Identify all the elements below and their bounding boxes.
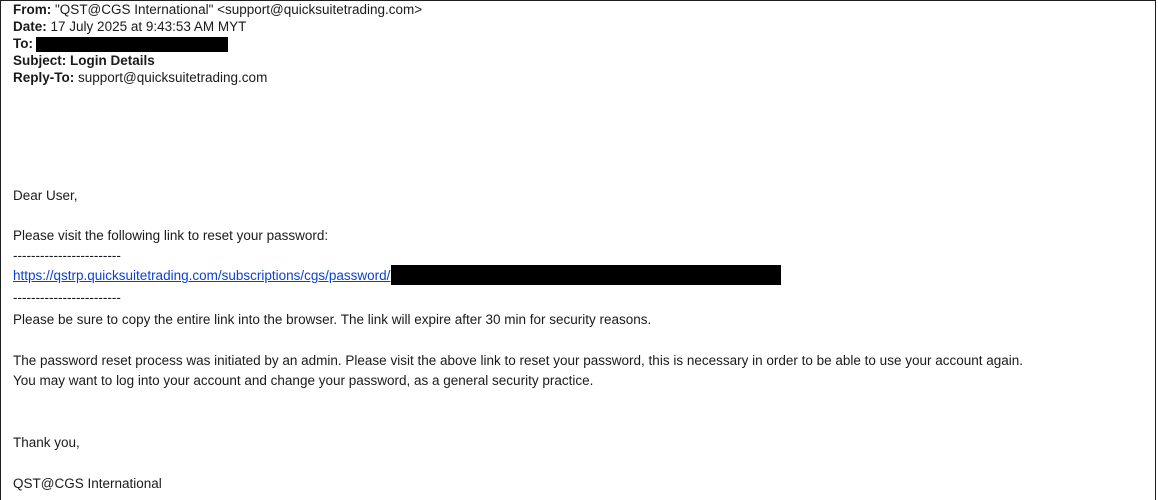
to-label: To:	[13, 36, 33, 51]
intro-text: Please visit the following link to reset…	[13, 228, 329, 243]
reset-link-row: https://qstrp.quicksuitetrading.com/subs…	[13, 265, 782, 285]
subject-label: Subject:	[13, 53, 67, 68]
to-row: To:	[13, 36, 228, 52]
replyto-value[interactable]: support@quicksuitetrading.com	[78, 70, 267, 85]
copy-notice: Please be sure to copy the entire link i…	[13, 312, 652, 327]
separator-top: ------------------------	[13, 248, 121, 263]
date-value: 17 July 2025 at 9:43:53 AM MYT	[50, 19, 247, 34]
replyto-row: Reply-To: support@quicksuitetrading.com	[13, 70, 267, 86]
from-value[interactable]: "QST@CGS International" <support@quicksu…	[55, 2, 422, 17]
admin-notice-line-1: The password reset process was initiated…	[13, 353, 1024, 368]
thanks: Thank you,	[13, 435, 80, 450]
reset-password-link[interactable]: https://qstrp.quicksuitetrading.com/subs…	[13, 268, 390, 283]
signature: QST@CGS International	[13, 476, 162, 491]
greeting: Dear User,	[13, 188, 78, 203]
redacted-recipient	[36, 36, 228, 52]
from-row: From: "QST@CGS International" <support@q…	[13, 2, 422, 18]
date-row: Date: 17 July 2025 at 9:43:53 AM MYT	[13, 19, 246, 35]
from-label: From:	[13, 2, 52, 17]
separator-bottom: ------------------------	[13, 290, 121, 305]
subject-value: Login Details	[70, 53, 155, 68]
redacted-token	[391, 265, 782, 285]
subject-row: Subject: Login Details	[13, 53, 155, 69]
date-label: Date:	[13, 19, 47, 34]
admin-notice-line-2: You may want to log into your account an…	[13, 373, 594, 388]
replyto-label: Reply-To:	[13, 70, 75, 85]
